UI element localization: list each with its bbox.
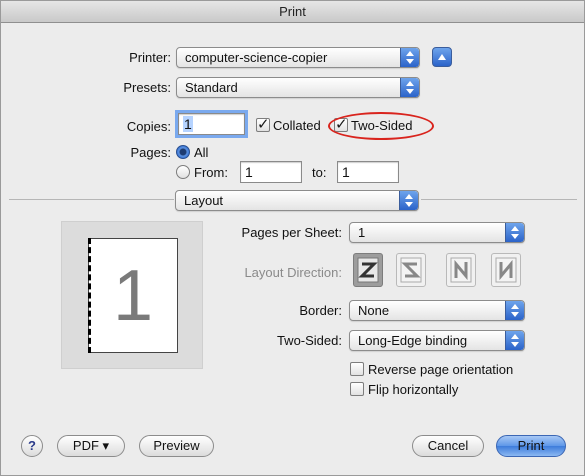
direction-s-button[interactable] bbox=[396, 253, 426, 287]
flip-horizontally-label: Flip horizontally bbox=[368, 382, 459, 397]
pages-from-field[interactable]: 1 bbox=[240, 161, 302, 183]
direction-reverse-n-button[interactable] bbox=[491, 253, 521, 287]
pages-per-sheet-stepper-icon bbox=[505, 223, 524, 242]
collapse-details-button[interactable] bbox=[432, 47, 452, 67]
divider-left bbox=[9, 199, 174, 200]
border-stepper-icon bbox=[505, 301, 524, 320]
pages-from-label: From: bbox=[194, 165, 228, 180]
two-sided-binding-stepper-icon bbox=[505, 331, 524, 350]
two-sided-checkbox[interactable] bbox=[334, 115, 348, 133]
help-button[interactable]: ? bbox=[21, 435, 43, 457]
direction-n-button[interactable] bbox=[446, 253, 476, 287]
print-dialog: Print Printer: computer-science-copier P… bbox=[0, 0, 585, 476]
print-button[interactable]: Print bbox=[496, 435, 566, 457]
window-title: Print bbox=[1, 1, 584, 23]
two-sided-binding-value: Long-Edge binding bbox=[358, 333, 468, 348]
printer-popup[interactable]: computer-science-copier bbox=[176, 47, 420, 68]
copies-field[interactable]: 1 bbox=[175, 110, 248, 138]
pages-from-radio[interactable] bbox=[176, 165, 190, 179]
direction-z-button[interactable] bbox=[353, 253, 383, 287]
presets-label: Presets: bbox=[123, 80, 171, 95]
two-sided-binding-popup[interactable]: Long-Edge binding bbox=[349, 330, 525, 351]
direction-z-icon bbox=[357, 257, 379, 283]
preview-page-number: 1 bbox=[112, 256, 154, 336]
pages-label: Pages: bbox=[130, 145, 171, 160]
pages-to-value: 1 bbox=[342, 164, 350, 180]
copies-label: Copies: bbox=[126, 119, 171, 134]
presets-stepper-icon bbox=[400, 78, 419, 97]
direction-n-icon bbox=[450, 257, 472, 283]
collated-checkbox[interactable] bbox=[256, 115, 270, 133]
border-label: Border: bbox=[299, 303, 342, 318]
cancel-button[interactable]: Cancel bbox=[412, 435, 484, 457]
pages-all-radio[interactable] bbox=[176, 145, 190, 159]
section-popup[interactable]: Layout bbox=[175, 190, 419, 211]
copies-value: 1 bbox=[183, 116, 193, 132]
layout-direction-label: Layout Direction: bbox=[244, 265, 342, 280]
flip-horizontally-checkbox[interactable] bbox=[350, 382, 364, 396]
printer-label: Printer: bbox=[129, 50, 171, 65]
divider-right bbox=[421, 199, 577, 200]
pages-to-field[interactable]: 1 bbox=[337, 161, 399, 183]
direction-s-icon bbox=[400, 257, 422, 283]
pages-from-value: 1 bbox=[245, 164, 253, 180]
reverse-orientation-label: Reverse page orientation bbox=[368, 362, 514, 377]
collated-label: Collated bbox=[273, 118, 321, 133]
pages-per-sheet-value: 1 bbox=[358, 225, 366, 240]
printer-value: computer-science-copier bbox=[185, 50, 328, 65]
pages-to-label: to: bbox=[312, 165, 327, 180]
printer-stepper-icon bbox=[400, 48, 419, 67]
presets-value: Standard bbox=[185, 80, 238, 95]
pages-per-sheet-popup[interactable]: 1 bbox=[349, 222, 525, 243]
two-sided-binding-label: Two-Sided: bbox=[276, 333, 342, 348]
section-stepper-icon bbox=[399, 191, 418, 210]
pages-per-sheet-label: Pages per Sheet: bbox=[241, 225, 342, 240]
reverse-orientation-checkbox[interactable] bbox=[350, 362, 364, 376]
direction-reverse-n-icon bbox=[495, 257, 517, 283]
border-value: None bbox=[358, 303, 390, 318]
border-popup[interactable]: None bbox=[349, 300, 525, 321]
two-sided-label: Two-Sided bbox=[351, 118, 413, 133]
section-value: Layout bbox=[184, 193, 224, 208]
presets-popup[interactable]: Standard bbox=[176, 77, 420, 98]
pages-all-label: All bbox=[194, 145, 209, 160]
pdf-menu-button[interactable]: PDF ▾ bbox=[57, 435, 125, 457]
preview-button[interactable]: Preview bbox=[139, 435, 214, 457]
